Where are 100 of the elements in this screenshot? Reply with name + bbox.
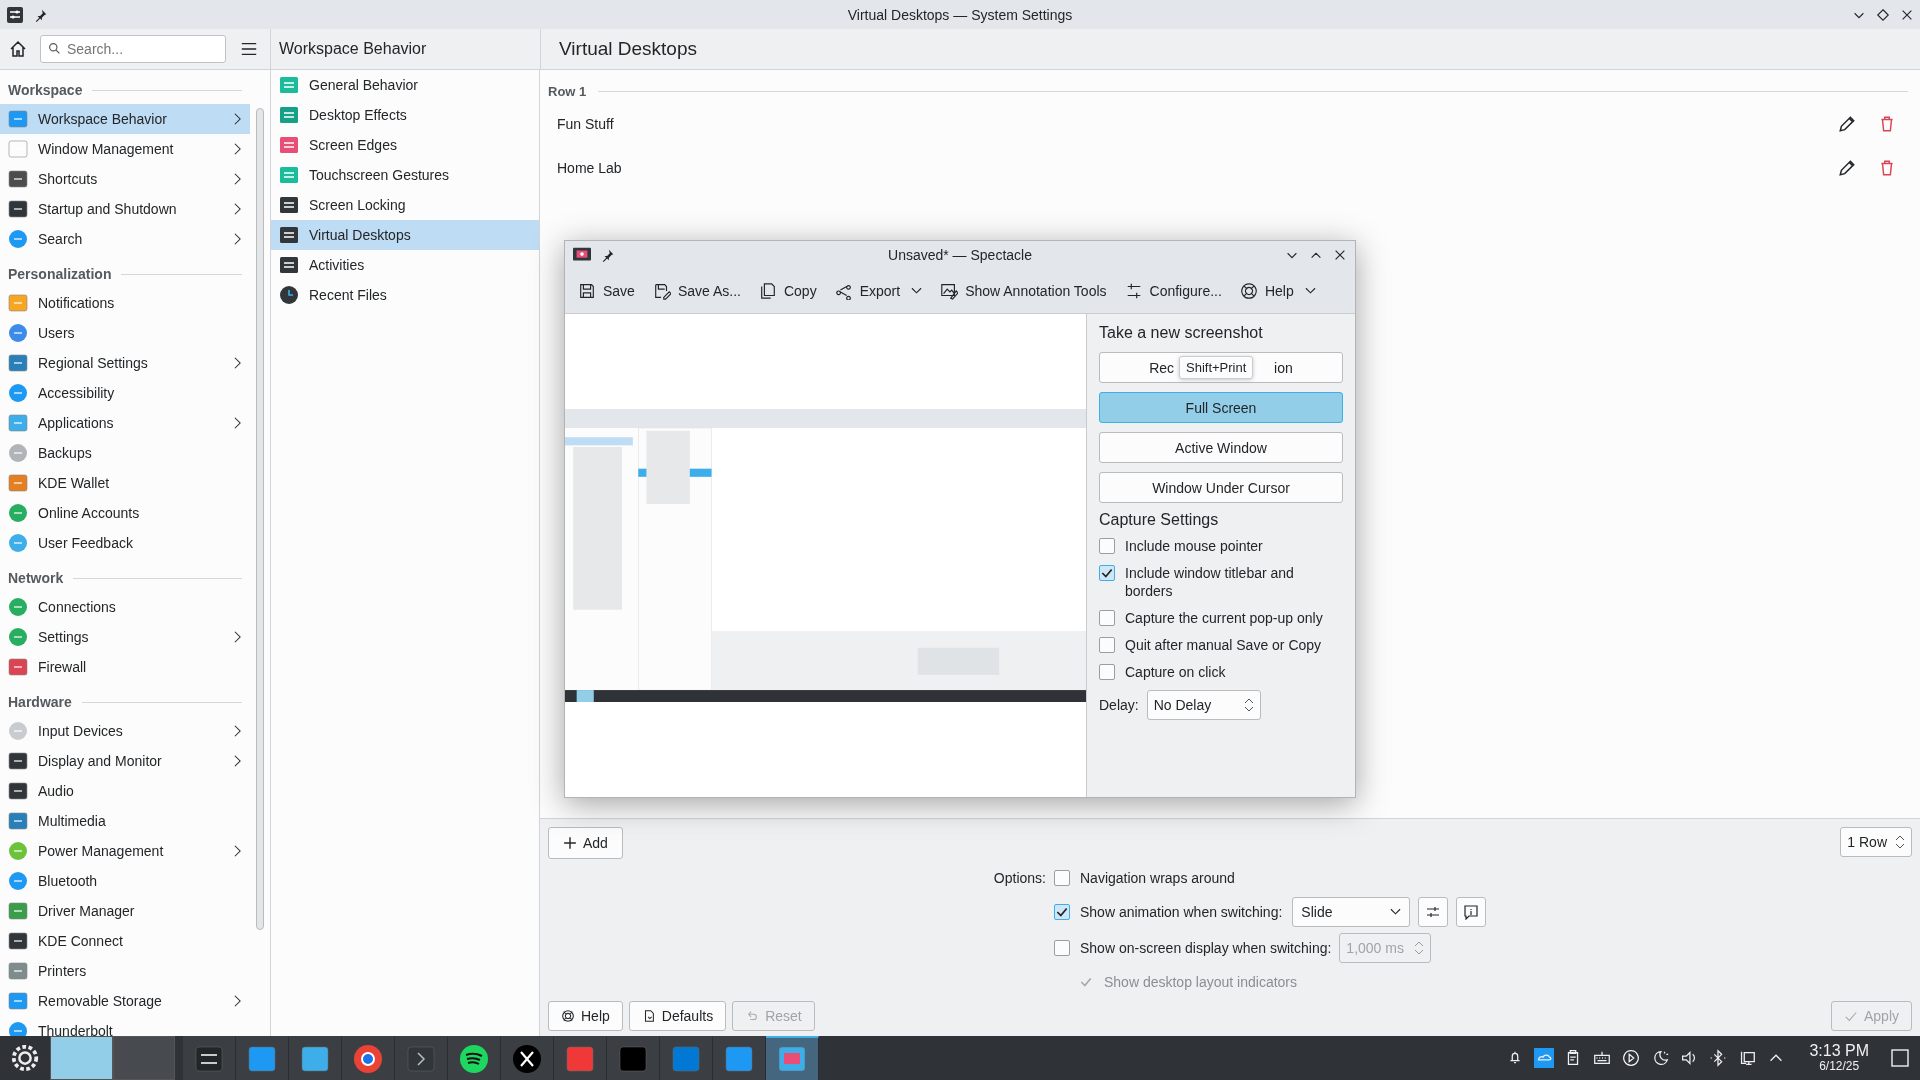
trash-icon[interactable] xyxy=(1878,115,1896,133)
subpage-item[interactable]: General Behavior xyxy=(271,70,539,100)
sidebar-item[interactable]: User Feedback xyxy=(0,528,250,558)
sidebar-item[interactable]: KDE Connect xyxy=(0,926,250,956)
taskbar-app[interactable] xyxy=(448,1036,501,1080)
subpage-item[interactable]: Desktop Effects xyxy=(271,100,539,130)
share-icon xyxy=(834,282,853,300)
configure-button[interactable] xyxy=(1418,897,1449,927)
capture-mode-button[interactable]: Full Screen xyxy=(1099,392,1343,423)
sidebar-item[interactable]: Workspace Behavior xyxy=(0,104,250,134)
checkbox[interactable]: Show on-screen display when switching: xyxy=(1054,940,1332,956)
sidebar-item[interactable]: Driver Manager xyxy=(0,896,250,926)
plus-icon xyxy=(563,836,577,850)
desktop-pager-cell[interactable] xyxy=(112,1036,175,1080)
defaults-button[interactable]: Defaults xyxy=(628,1001,727,1031)
search-field[interactable]: Search... xyxy=(40,35,226,63)
sidebar-item[interactable]: Input Devices xyxy=(0,716,250,746)
show-desktop-icon[interactable] xyxy=(1890,1048,1910,1068)
sidebar-item[interactable]: Display and Monitor xyxy=(0,746,250,776)
trash-icon[interactable] xyxy=(1878,159,1896,177)
sidebar-item[interactable]: Thunderbolt xyxy=(0,1016,250,1036)
checkbox[interactable]: Capture on click xyxy=(1099,663,1343,681)
subpage-item[interactable]: Screen Edges xyxy=(271,130,539,160)
toolbar-button[interactable]: Copy xyxy=(751,278,824,304)
sidebar-item[interactable]: Accessibility xyxy=(0,378,250,408)
pencil-icon[interactable] xyxy=(1838,159,1856,177)
checkbox[interactable]: Navigation wraps around xyxy=(1054,870,1235,886)
checkbox[interactable]: Capture the current pop-up only xyxy=(1099,609,1343,627)
sidebar-item[interactable]: Settings xyxy=(0,622,250,652)
app-icon xyxy=(617,1043,649,1075)
rows-spinbox[interactable]: 1 Row xyxy=(1840,827,1912,857)
checkbox[interactable]: Show animation when switching: xyxy=(1054,904,1283,920)
subpage-item[interactable]: Touchscreen Gestures xyxy=(271,160,539,190)
toolbar-button[interactable]: Save xyxy=(571,278,642,304)
category-icon xyxy=(8,627,28,647)
pin-icon[interactable] xyxy=(34,7,48,22)
pin-icon[interactable] xyxy=(601,248,615,262)
category-icon xyxy=(8,991,28,1011)
taskbar-app[interactable] xyxy=(342,1036,395,1080)
sidebar-item[interactable]: Notifications xyxy=(0,288,250,318)
capture-mode-button[interactable]: Window Under Cursor xyxy=(1099,472,1343,503)
sidebar-item[interactable]: Users xyxy=(0,318,250,348)
sidebar-item[interactable]: Regional Settings xyxy=(0,348,250,378)
sidebar-item[interactable]: Firewall xyxy=(0,652,250,682)
sidebar-item[interactable]: Printers xyxy=(0,956,250,986)
add-button[interactable]: Add xyxy=(548,827,623,859)
toolbar-button[interactable]: Show Annotation Tools xyxy=(933,278,1114,304)
sidebar-item[interactable]: Search xyxy=(0,224,250,254)
category-icon xyxy=(8,533,28,553)
clock[interactable]: 3:13 PM 6/12/25 xyxy=(1809,1043,1869,1073)
taskbar-app[interactable] xyxy=(501,1036,554,1080)
sidebar-item[interactable]: Backups xyxy=(0,438,250,468)
category-icon xyxy=(8,109,28,129)
subpage-item[interactable]: Recent Files xyxy=(271,280,539,310)
home-icon[interactable] xyxy=(8,39,28,59)
subpage-item[interactable]: Virtual Desktops xyxy=(271,220,539,250)
help-button[interactable]: Help xyxy=(548,1001,623,1031)
section-heading: Workspace xyxy=(8,82,83,98)
sidebar-item[interactable]: Startup and Shutdown xyxy=(0,194,250,224)
toolbar-button[interactable]: Save As... xyxy=(645,278,748,304)
menu-icon[interactable] xyxy=(240,40,258,58)
sidebar-item[interactable]: KDE Wallet xyxy=(0,468,250,498)
maximize-icon[interactable] xyxy=(1876,7,1890,22)
module-icon xyxy=(279,135,299,155)
sidebar-item[interactable]: Connections xyxy=(0,592,250,622)
sidebar-item[interactable]: Audio xyxy=(0,776,250,806)
toolbar-button[interactable]: Help xyxy=(1232,278,1323,304)
close-icon[interactable] xyxy=(1333,248,1347,262)
toolbar-button[interactable]: Configure... xyxy=(1117,278,1229,304)
checkbox[interactable]: Include window titlebar and borders xyxy=(1099,564,1343,600)
desktop-pager-cell[interactable] xyxy=(50,1036,113,1080)
module-icon xyxy=(279,105,299,125)
sidebar-item[interactable]: Shortcuts xyxy=(0,164,250,194)
play-icon[interactable] xyxy=(1621,1048,1642,1068)
cloud-icon[interactable] xyxy=(1534,1048,1555,1068)
toolbar-button[interactable]: Export xyxy=(827,278,930,304)
scrollbar[interactable] xyxy=(256,108,264,930)
capture-mode-button[interactable]: Active Window xyxy=(1099,432,1343,463)
taskbar-app[interactable] xyxy=(183,1036,236,1080)
checkbox[interactable]: Include mouse pointer xyxy=(1099,537,1343,555)
sidebar-item[interactable]: Multimedia xyxy=(0,806,250,836)
desktop-name: Home Lab xyxy=(557,160,622,176)
app-icon xyxy=(776,1043,808,1075)
sidebar-item[interactable]: Window Management xyxy=(0,134,250,164)
subpage-item[interactable]: Activities xyxy=(271,250,539,280)
sidebar-item[interactable]: Power Management xyxy=(0,836,250,866)
checkbox[interactable]: Quit after manual Save or Copy xyxy=(1099,636,1343,654)
spin-arrows-icon xyxy=(1414,940,1425,956)
animation-dropdown[interactable]: Slide xyxy=(1292,897,1411,927)
undo-icon xyxy=(745,1009,760,1023)
sidebar-item[interactable]: Applications xyxy=(0,408,250,438)
gear-icon[interactable] xyxy=(10,1043,40,1073)
sidebar-item[interactable]: Removable Storage xyxy=(0,986,250,1016)
delay-spinbox[interactable]: No Delay xyxy=(1146,690,1261,720)
sidebar-item[interactable]: Online Accounts xyxy=(0,498,250,528)
info-button[interactable] xyxy=(1456,897,1487,927)
sidebar-item[interactable]: Bluetooth xyxy=(0,866,250,896)
pencil-icon[interactable] xyxy=(1838,115,1856,133)
subpage-item[interactable]: Screen Locking xyxy=(271,190,539,220)
chevron-right-icon xyxy=(233,142,242,156)
